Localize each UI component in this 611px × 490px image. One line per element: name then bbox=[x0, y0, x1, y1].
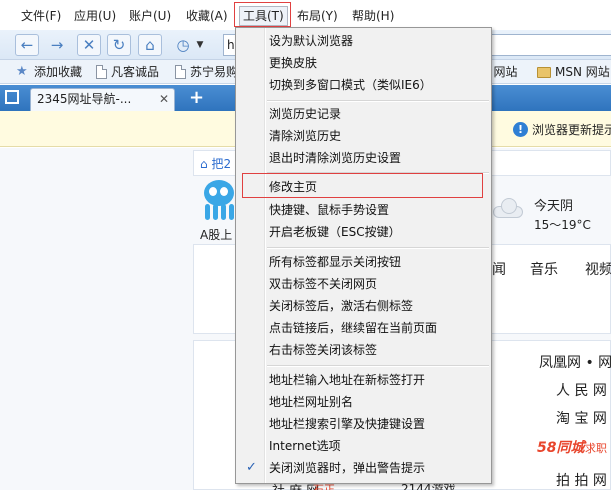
update-notice[interactable]: ! 浏览器更新提示 bbox=[513, 121, 611, 138]
nav-tab-music[interactable]: 音乐 bbox=[530, 259, 558, 279]
site-link[interactable]: 58同城 bbox=[537, 437, 584, 457]
sidebar-toggle-icon[interactable] bbox=[5, 90, 19, 104]
menu-item-search-engine-settings[interactable]: 地址栏搜索引擎及快捷键设置 bbox=[238, 413, 489, 435]
site-link-extra[interactable]: 求职 bbox=[585, 440, 607, 456]
menu-item-boss-key[interactable]: 开启老板键（ESC按键） bbox=[238, 221, 489, 243]
nav-tab-video[interactable]: 视频 bbox=[585, 259, 611, 279]
menu-item-set-default-browser[interactable]: 设为默认浏览器 bbox=[238, 30, 489, 52]
folder-icon bbox=[537, 66, 551, 78]
stop-icon[interactable]: ✕ bbox=[77, 34, 101, 56]
menu-item-close-warning[interactable]: ✓ 关闭浏览器时，弹出警告提示 bbox=[238, 457, 489, 479]
tools-menu-highlight bbox=[234, 2, 291, 27]
star-icon: ★ bbox=[16, 64, 28, 79]
menu-item-stay-on-page[interactable]: 点击链接后，继续留在当前页面 bbox=[238, 317, 489, 339]
mascot-logo bbox=[198, 180, 238, 224]
menu-separator bbox=[267, 365, 489, 367]
menu-item-change-skin[interactable]: 更换皮肤 bbox=[238, 52, 489, 74]
bookmark-label: MSN 网站 bbox=[555, 65, 610, 79]
bookmark-item[interactable]: 凡客诚品 bbox=[96, 64, 159, 80]
menu-item-multi-window-mode[interactable]: 切换到多窗口模式（类似IE6） bbox=[238, 74, 489, 96]
menu-layout[interactable]: 布局(Y) bbox=[297, 7, 338, 25]
refresh-icon[interactable]: ↻ bbox=[107, 34, 131, 56]
set-homepage-link[interactable]: ⌂ 把2 bbox=[200, 155, 231, 172]
menu-item-clear-history[interactable]: 清除浏览历史 bbox=[238, 125, 489, 147]
site-link[interactable]: 人 民 网 bbox=[556, 380, 607, 400]
cloudy-weather-icon bbox=[493, 198, 527, 218]
menu-account[interactable]: 账户(U) bbox=[129, 7, 171, 25]
weather-temperature: 15～19°C bbox=[534, 218, 591, 232]
site-link[interactable]: 凤凰网 • 网 bbox=[539, 352, 611, 372]
bookmark-folder[interactable]: MSN 网站 bbox=[537, 64, 610, 80]
history-icon[interactable]: ◷ bbox=[171, 34, 195, 56]
menu-item-address-new-tab[interactable]: 地址栏输入地址在新标签打开 bbox=[238, 369, 489, 391]
menu-item-url-alias[interactable]: 地址栏网址别名 bbox=[238, 391, 489, 413]
tab-label: 2345网址导航-... bbox=[37, 92, 132, 106]
dropdown-arrow-icon[interactable]: ▼ bbox=[193, 34, 207, 56]
checkmark-icon: ✓ bbox=[246, 460, 257, 475]
menu-separator bbox=[267, 100, 489, 102]
bookmark-add[interactable]: ★ 添加收藏 bbox=[16, 64, 82, 80]
menu-item-dblclick-no-close[interactable]: 双击标签不关闭网页 bbox=[238, 273, 489, 295]
page-icon bbox=[175, 65, 186, 79]
menu-item-rightclick-close[interactable]: 右击标签关闭该标签 bbox=[238, 339, 489, 361]
home-icon[interactable]: ⌂ bbox=[138, 34, 162, 56]
bookmark-label: 凡客诚品 bbox=[111, 65, 160, 79]
info-icon: ! bbox=[513, 122, 528, 137]
update-notice-text: 浏览器更新提示 bbox=[532, 123, 611, 137]
menu-item-history[interactable]: 浏览历史记录 bbox=[238, 103, 489, 125]
new-tab-button[interactable]: + bbox=[189, 88, 204, 108]
change-homepage-highlight bbox=[242, 173, 483, 198]
weather-today: 今天阴 bbox=[534, 199, 574, 214]
close-tab-icon[interactable]: ✕ bbox=[159, 89, 169, 110]
nav-tab-news[interactable]: 闻 bbox=[492, 259, 506, 279]
menu-item-show-close-buttons[interactable]: 所有标签都显示关闭按钮 bbox=[238, 251, 489, 273]
tools-dropdown-menu: 设为默认浏览器 更换皮肤 切换到多窗口模式（类似IE6） 浏览历史记录 清除浏览… bbox=[235, 27, 492, 484]
site-link[interactable]: 淘 宝 网 bbox=[556, 408, 607, 428]
forward-arrow-icon[interactable]: → bbox=[45, 34, 69, 56]
back-arrow-icon[interactable]: ← bbox=[15, 34, 39, 56]
menu-help[interactable]: 帮助(H) bbox=[352, 7, 394, 25]
menu-file[interactable]: 文件(F) bbox=[21, 7, 61, 25]
bookmark-item[interactable]: 苏宁易购 bbox=[175, 64, 238, 80]
home-icon: ⌂ bbox=[200, 157, 208, 171]
menu-item-shortcut-settings[interactable]: 快捷键、鼠标手势设置 bbox=[238, 199, 489, 221]
bookmark-label: 苏宁易购 bbox=[190, 65, 239, 79]
menu-item-internet-options[interactable]: Internet选项 bbox=[238, 435, 489, 457]
tab-2345[interactable]: 2345网址导航-... ✕ bbox=[30, 88, 175, 111]
menu-separator bbox=[267, 247, 489, 249]
menu-item-activate-right-tab[interactable]: 关闭标签后，激活右侧标签 bbox=[238, 295, 489, 317]
menu-apps[interactable]: 应用(U) bbox=[74, 7, 116, 25]
bookmark-label: 添加收藏 bbox=[34, 65, 83, 79]
menu-item-close-warning-label: 关闭浏览器时，弹出警告提示 bbox=[269, 461, 426, 475]
menu-favorites[interactable]: 收藏(A) bbox=[186, 7, 228, 25]
stock-label[interactable]: A股上 bbox=[200, 226, 232, 243]
page-icon bbox=[96, 65, 107, 79]
menu-item-clear-on-exit[interactable]: 退出时清除浏览历史设置 bbox=[238, 147, 489, 169]
site-link[interactable]: 拍 拍 网 bbox=[556, 470, 607, 490]
menu-bar: 文件(F) 应用(U) 账户(U) 收藏(A) 工具(T) 布局(Y) 帮助(H… bbox=[0, 0, 611, 30]
